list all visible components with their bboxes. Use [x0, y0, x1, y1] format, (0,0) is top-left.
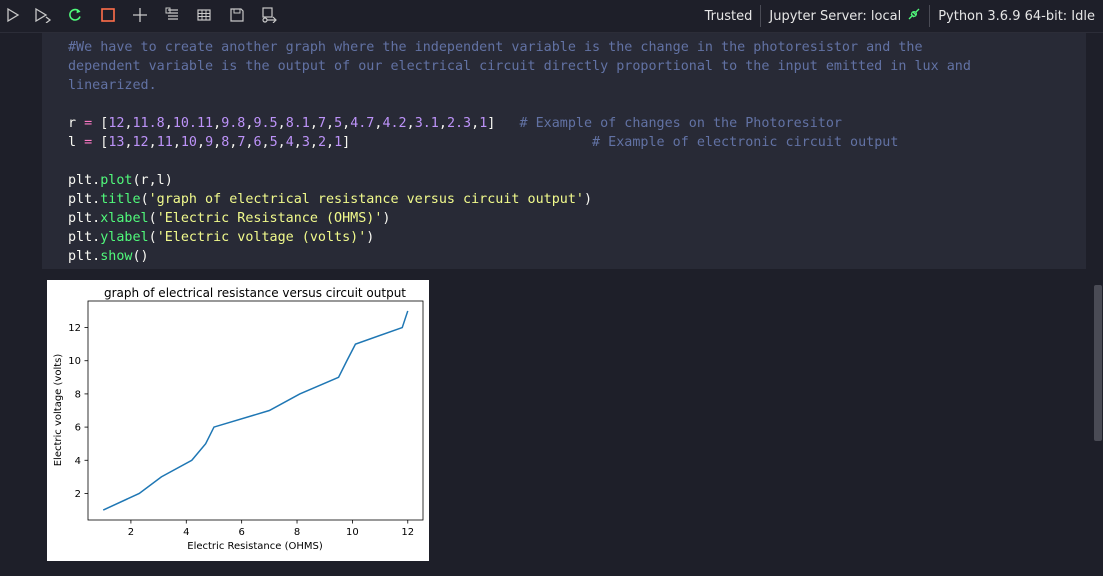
code-editor[interactable]: #We have to create another graph where t…: [68, 38, 971, 266]
y-tick-label: 4: [75, 456, 81, 467]
status-bar: Trusted Jupyter Server: local Python 3.6…: [697, 0, 1103, 32]
code-line: r = [12,11.8,10.11,9.8,9.5,8.1,7,5,4.7,4…: [68, 116, 842, 131]
restart-icon[interactable]: [66, 6, 84, 24]
export-icon[interactable]: [260, 6, 278, 24]
x-tick-label: 10: [346, 527, 359, 538]
chart-title: graph of electrical resistance versus ci…: [104, 286, 406, 300]
add-cell-icon[interactable]: [131, 6, 149, 24]
code-line: plt.xlabel('Electric Resistance (OHMS)'): [68, 211, 391, 226]
trusted-indicator[interactable]: Trusted: [697, 0, 761, 32]
code-line: dependent variable is the output of our …: [68, 59, 971, 74]
code-line: l = [13,12,11,10,9,8,7,6,5,4,3,2,1] # Ex…: [68, 135, 899, 150]
x-tick-label: 2: [128, 527, 134, 538]
variables-icon[interactable]: [195, 6, 213, 24]
scrollbar-thumb[interactable]: [1094, 285, 1102, 441]
server-label: Jupyter Server: local: [769, 8, 902, 24]
line-chart: graph of electrical resistance versus ci…: [53, 286, 424, 552]
y-axis-label: Electric voltage (volts): [53, 354, 64, 467]
save-icon[interactable]: [228, 6, 246, 24]
clear-outputs-icon[interactable]: [164, 6, 182, 24]
code-line: plt.ylabel('Electric voltage (volts)'): [68, 230, 375, 245]
y-tick-label: 12: [68, 323, 81, 334]
x-tick-label: 8: [294, 527, 300, 538]
run-cell-icon[interactable]: [4, 6, 22, 24]
x-tick-label: 4: [183, 527, 189, 538]
code-line: linearized.: [68, 78, 157, 93]
code-line: plt.title('graph of electrical resistanc…: [68, 192, 593, 207]
code-line: plt.show(): [68, 249, 149, 264]
y-tick-label: 2: [75, 489, 81, 500]
kernel-indicator[interactable]: Python 3.6.9 64-bit: Idle: [930, 0, 1103, 32]
trusted-label: Trusted: [704, 8, 753, 24]
notebook-body: #We have to create another graph where t…: [0, 33, 1103, 576]
y-tick-label: 6: [75, 423, 81, 434]
run-all-icon[interactable]: [34, 6, 52, 24]
cell-output: graph of electrical resistance versus ci…: [47, 280, 429, 561]
plug-icon: [907, 7, 921, 25]
code-cell[interactable]: #We have to create another graph where t…: [42, 33, 1086, 269]
y-tick-label: 8: [75, 389, 81, 400]
scrollbar[interactable]: [1093, 33, 1103, 576]
kernel-label: Python 3.6.9 64-bit: Idle: [938, 8, 1095, 24]
notebook-toolbar: Trusted Jupyter Server: local Python 3.6…: [0, 0, 1103, 33]
y-axis-ticks: 2 4 6 8 10 12: [68, 323, 88, 500]
plot-area: [87, 300, 424, 521]
interrupt-icon[interactable]: [99, 6, 117, 24]
code-line: #We have to create another graph where t…: [68, 40, 923, 55]
code-line-l: l = [13,12,11,10,9,8,7,6,5,4,3,2,1] # Ex…: [68, 135, 898, 150]
code-line: plt.plot(r,l): [68, 173, 173, 188]
jupyter-server-indicator[interactable]: Jupyter Server: local: [761, 0, 929, 32]
x-tick-label: 12: [401, 527, 414, 538]
code-line-r: r = [12,11.8,10.11,9.8,9.5,8.1,7,5,4.7,4…: [68, 116, 842, 131]
y-tick-label: 10: [68, 356, 81, 367]
x-axis-label: Electric Resistance (OHMS): [187, 541, 323, 552]
x-tick-label: 6: [238, 527, 244, 538]
x-axis-ticks: 2 4 6 8 10 12: [128, 520, 414, 538]
